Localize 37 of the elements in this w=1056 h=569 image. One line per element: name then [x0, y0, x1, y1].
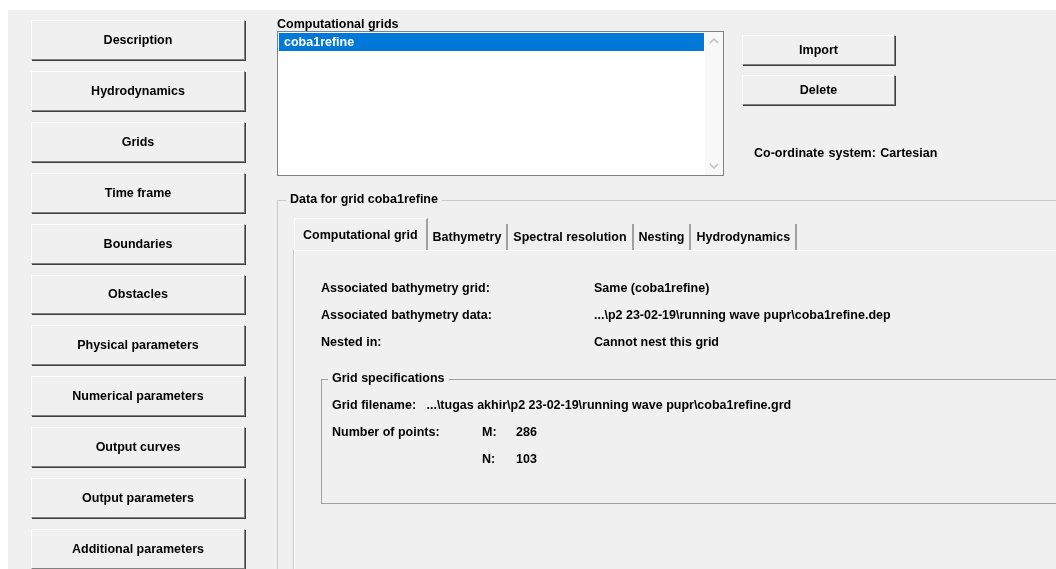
nav-button[interactable]: Additional parameters: [31, 529, 245, 569]
property-value: Cannot nest this grid: [594, 335, 720, 349]
nav-button[interactable]: Description: [31, 20, 245, 60]
coordinate-system-value: Cartesian: [880, 146, 938, 160]
property-value: Same (coba1refine): [594, 281, 711, 295]
nav-button[interactable]: Numerical parameters: [31, 376, 245, 417]
group-title: Data for grid coba1refine: [286, 192, 442, 206]
action-button[interactable]: Import: [742, 35, 895, 65]
property-label: Associated bathymetry grid:: [321, 281, 491, 295]
coordinate-system-label: Co-ordinate system:: [754, 146, 876, 160]
nav-button[interactable]: Output curves: [31, 427, 245, 468]
nav-button[interactable]: Boundaries: [31, 223, 245, 264]
m-label: M:: [482, 425, 498, 439]
nav-button[interactable]: Hydrodynamics: [31, 70, 245, 111]
scroll-up-icon[interactable]: [709, 38, 719, 44]
grids-label: Computational grids: [277, 17, 399, 31]
nav-button[interactable]: Physical parameters: [31, 325, 245, 366]
m-value: 286: [516, 425, 538, 439]
property-value: ...\p2 23-02-19\running wave pupr\coba1refine.dep: [594, 308, 892, 322]
grid-list[interactable]: coba1refine: [277, 31, 724, 176]
filename-value: ...\tugas akhir\p2 23-02-19\running wave pupr\coba1refine.grd: [426, 398, 792, 412]
action-button[interactable]: Delete: [742, 75, 895, 105]
scroll-down-icon[interactable]: [709, 163, 719, 169]
property-label: Nested in:: [321, 335, 383, 349]
grid-list-item[interactable]: coba1refine: [279, 33, 704, 51]
property-label: Associated bathymetry data:: [321, 308, 493, 322]
nav-button[interactable]: Obstacles: [31, 274, 245, 315]
filename-label: Grid filename:: [332, 398, 417, 412]
scrollbar[interactable]: [705, 32, 723, 175]
points-label: Number of points:: [332, 425, 441, 439]
nav-button[interactable]: Output parameters: [31, 478, 245, 519]
nav-button[interactable]: Grids: [31, 121, 245, 162]
tab[interactable]: Computational grid: [294, 218, 428, 250]
n-value: 103: [516, 452, 538, 466]
n-label: N:: [482, 452, 497, 466]
group-title: Grid specifications: [328, 371, 449, 385]
nav-button[interactable]: Time frame: [31, 172, 245, 213]
